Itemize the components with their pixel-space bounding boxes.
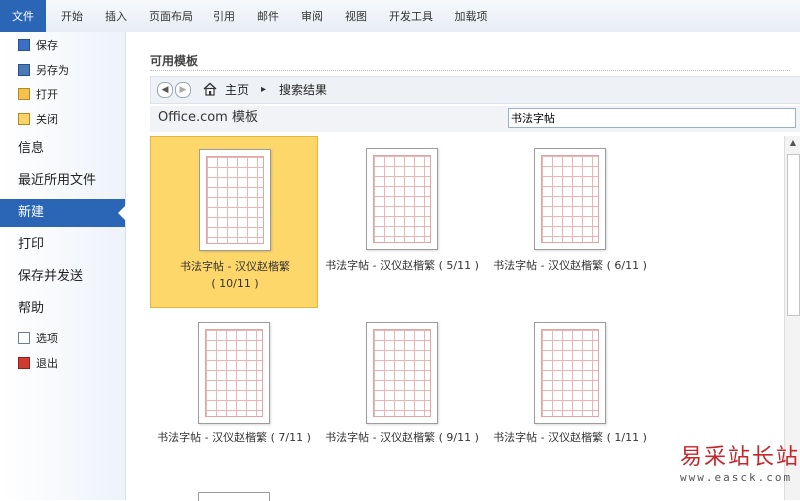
home-icon[interactable] [203, 82, 217, 96]
template-search-bar: Office.com 模板 ➔ [150, 106, 800, 132]
template-thumbnail [534, 322, 606, 424]
template-card[interactable]: 书法字帖 - 汉仪赵楷繁 ( 10/11 ) [150, 136, 318, 308]
tab-file[interactable]: 文件 [0, 0, 46, 32]
sidebar-item-label: 保存 [36, 39, 58, 52]
sidebar-item-label: 新建 [18, 205, 45, 220]
divider [150, 70, 790, 71]
template-card[interactable]: 书法字帖 - 汉仪赵楷繁 ( 6/11 ) [486, 136, 654, 308]
sidebar-item-info[interactable]: 信息 [18, 135, 44, 163]
active-pointer-icon [118, 205, 126, 221]
sidebar-item-label: 打开 [36, 88, 58, 101]
search-input[interactable] [508, 108, 796, 128]
watermark-title: 易采站长站 [680, 445, 800, 470]
template-card[interactable]: 书法字帖 - 汉仪赵楷繁 ( 7/11 ) [150, 310, 318, 482]
template-thumbnail [366, 148, 438, 250]
sidebar-item-save-as[interactable]: 另存为 [18, 61, 69, 81]
breadcrumb-separator-icon: ▸ [261, 84, 267, 95]
save-as-icon [18, 64, 30, 76]
open-folder-icon [18, 88, 30, 100]
tab-view[interactable]: 视图 [336, 0, 376, 32]
sidebar-item-save-send[interactable]: 保存并发送 [18, 263, 83, 291]
sidebar-item-recent[interactable]: 最近所用文件 [18, 167, 96, 195]
sidebar-item-open[interactable]: 打开 [18, 85, 58, 105]
backstage-sidebar: 保存 另存为 打开 关闭 信息 最近所用文件 新建 打印 保存并发送 帮助 选项… [0, 32, 126, 500]
template-card[interactable]: 书法字帖 - 汉仪赵楷繁 ( 5/11 ) [318, 136, 486, 308]
tab-references[interactable]: 引用 [204, 0, 244, 32]
save-icon [18, 39, 30, 51]
template-caption: 书法字帖 - 汉仪赵楷繁 ( 6/11 ) [493, 259, 647, 272]
tab-review[interactable]: 审阅 [292, 0, 332, 32]
template-card[interactable]: 书法字帖 - 汉仪赵楷繁 ( 9/11 ) [318, 310, 486, 482]
template-caption-line2: ( 10/11 ) [211, 277, 259, 290]
sidebar-item-label: 关闭 [36, 113, 58, 126]
scroll-up-icon[interactable]: ▲ [785, 136, 800, 150]
sidebar-item-options[interactable]: 选项 [18, 329, 58, 349]
sidebar-item-label: 选项 [36, 332, 58, 345]
main-panel: 可用模板 ◀ ▶ 主页 ▸ 搜索结果 Office.com 模板 ➔ 书法字帖 … [126, 32, 800, 501]
scroll-thumb[interactable] [787, 154, 800, 316]
sidebar-item-save[interactable]: 保存 [18, 36, 58, 56]
sidebar-item-label: 退出 [36, 357, 58, 370]
watermark-url: www.easck.com [680, 471, 793, 484]
tab-page-layout[interactable]: 页面布局 [140, 0, 202, 32]
breadcrumb-home[interactable]: 主页 [225, 77, 249, 103]
close-folder-icon [18, 113, 30, 125]
tab-developer[interactable]: 开发工具 [380, 0, 442, 32]
template-thumbnail [198, 322, 270, 424]
sidebar-item-close[interactable]: 关闭 [18, 110, 58, 130]
template-card[interactable]: 书法字帖 - 汉仪赵楷繁 ( 1/11 ) [486, 310, 654, 482]
tab-home[interactable]: 开始 [50, 0, 94, 32]
exit-icon [18, 357, 30, 369]
options-icon [18, 332, 30, 344]
template-caption: 书法字帖 - 汉仪赵楷繁 ( 5/11 ) [325, 259, 479, 272]
template-caption: 书法字帖 - 汉仪赵楷繁 ( 9/11 ) [325, 431, 479, 444]
template-caption: 书法字帖 - 汉仪赵楷繁 ( 7/11 ) [157, 431, 311, 444]
sidebar-item-label: 另存为 [36, 64, 69, 77]
breadcrumb: ◀ ▶ 主页 ▸ 搜索结果 [150, 76, 800, 104]
page-title: 可用模板 [150, 54, 199, 68]
forward-arrow-icon[interactable]: ▶ [175, 82, 191, 98]
tab-mailings[interactable]: 邮件 [248, 0, 288, 32]
sidebar-item-exit[interactable]: 退出 [18, 354, 58, 374]
ribbon-tab-bar: 文件 开始 插入 页面布局 引用 邮件 审阅 视图 开发工具 加载项 [0, 0, 800, 33]
back-arrow-icon[interactable]: ◀ [157, 82, 173, 98]
sidebar-item-new[interactable]: 新建 [0, 199, 126, 227]
tab-insert[interactable]: 插入 [94, 0, 138, 32]
tab-add-ins[interactable]: 加载项 [446, 0, 496, 32]
sidebar-item-print[interactable]: 打印 [18, 231, 44, 259]
template-caption: 书法字帖 - 汉仪赵楷繁 [180, 260, 290, 273]
sidebar-item-help[interactable]: 帮助 [18, 295, 44, 323]
template-caption: 书法字帖 - 汉仪赵楷繁 ( 1/11 ) [493, 431, 647, 444]
template-source-label: Office.com 模板 [158, 110, 258, 125]
template-thumbnail [534, 148, 606, 250]
breadcrumb-current: 搜索结果 [279, 83, 328, 97]
watermark: 易采站长站 www.easck.com [680, 445, 800, 484]
template-thumbnail [366, 322, 438, 424]
template-thumbnail [199, 149, 271, 251]
